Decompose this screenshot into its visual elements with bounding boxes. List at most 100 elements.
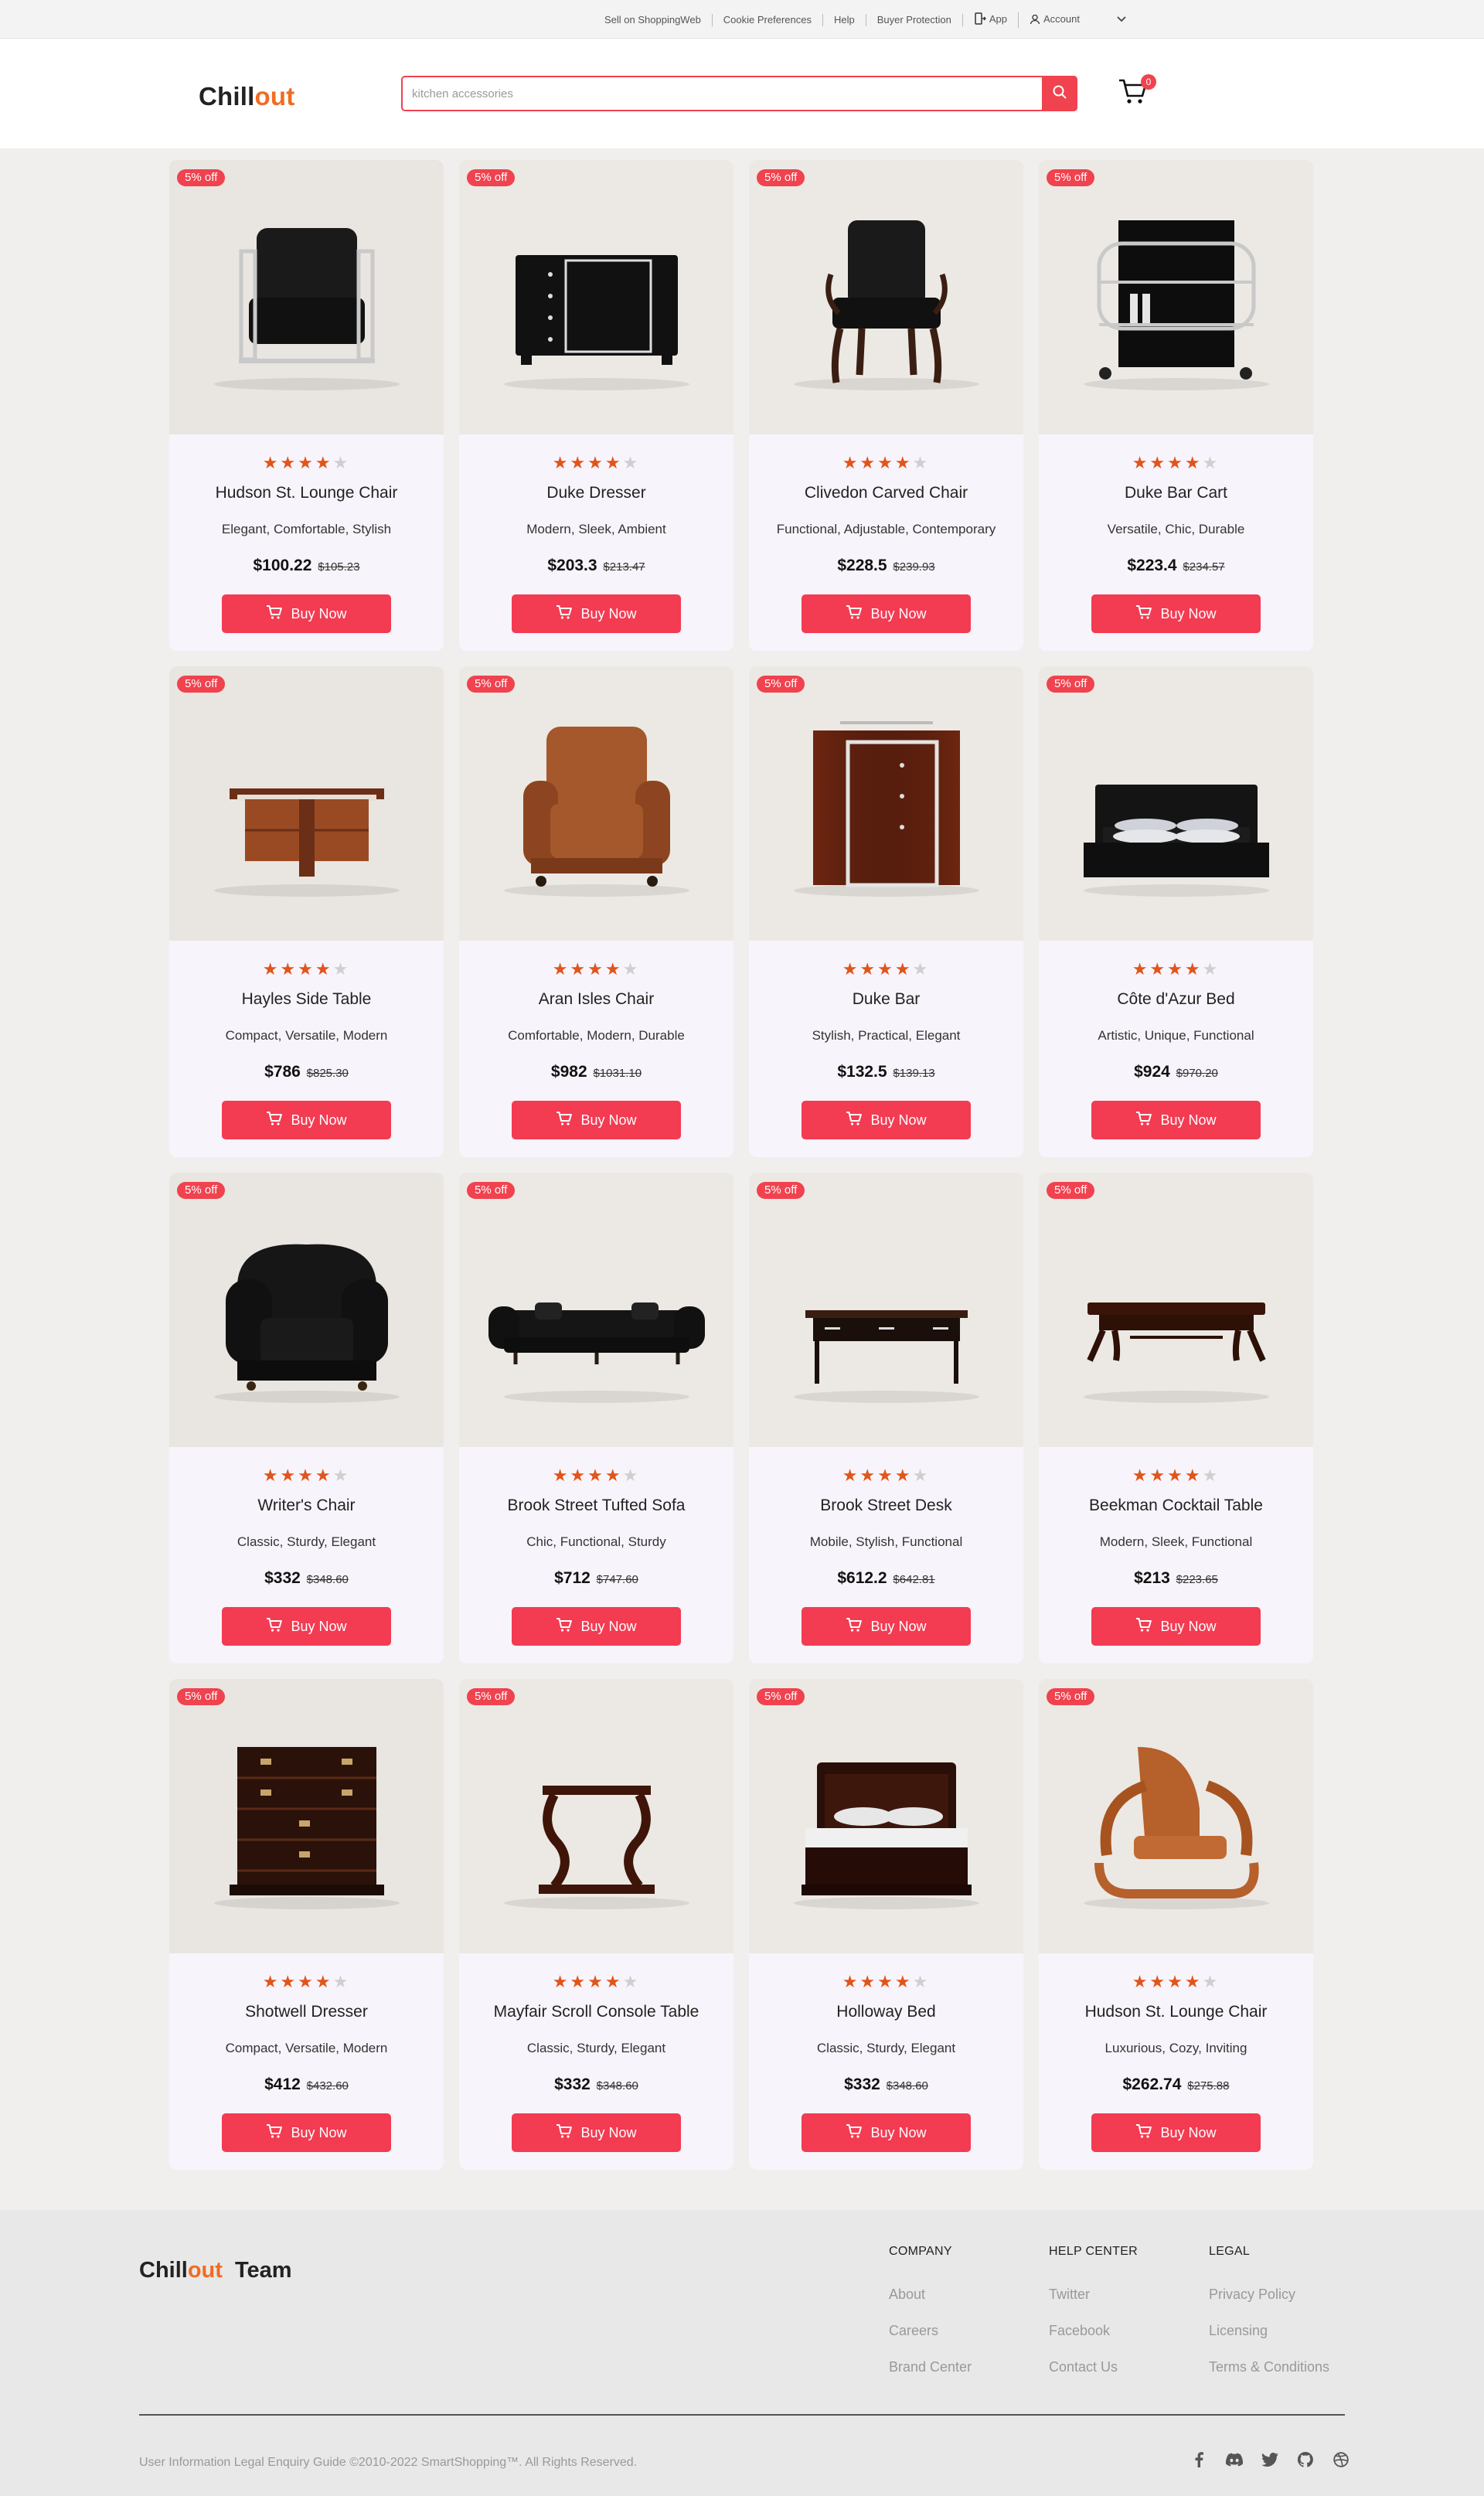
rating-stars: ★★★★★ <box>459 453 733 473</box>
chevron-down-icon[interactable] <box>1117 15 1126 25</box>
footer-link-twitter[interactable]: Twitter <box>1049 2287 1138 2303</box>
buy-now-button[interactable]: Buy Now <box>512 594 681 633</box>
product-name[interactable]: Beekman Cocktail Table <box>1039 1497 1313 1515</box>
product-image[interactable] <box>459 1173 733 1447</box>
product-card[interactable]: 5% off ★★★★★ Aran Isles Chair Comfortabl… <box>459 666 733 1157</box>
product-card[interactable]: 5% off ★★★★★ Writer's Chair Classic, Stu… <box>169 1173 444 1663</box>
product-image[interactable] <box>169 160 444 434</box>
buy-now-label: Buy Now <box>580 2124 637 2140</box>
product-image[interactable] <box>749 666 1023 941</box>
search-input[interactable] <box>412 83 1030 104</box>
buy-now-button[interactable]: Buy Now <box>1091 2113 1261 2152</box>
product-image[interactable] <box>459 1679 733 1953</box>
product-card[interactable]: 5% off ★★★★★ Beekman Cocktail Table Mode… <box>1039 1173 1313 1663</box>
twitter-icon[interactable] <box>1261 2451 1278 2468</box>
product-image[interactable] <box>459 160 733 434</box>
product-image[interactable] <box>459 666 733 941</box>
buy-now-button[interactable]: Buy Now <box>1091 1101 1261 1139</box>
buy-now-button[interactable]: Buy Now <box>222 594 391 633</box>
product-image[interactable] <box>749 1679 1023 1953</box>
buy-now-button[interactable]: Buy Now <box>1091 1607 1261 1646</box>
product-name[interactable]: Hayles Side Table <box>169 990 444 1009</box>
product-card[interactable]: 5% off ★★★★★ Côte d'Azur Bed Artistic, U… <box>1039 666 1313 1157</box>
facebook-icon[interactable] <box>1190 2451 1207 2468</box>
footer-logo[interactable]: Chillout Team <box>139 2258 292 2283</box>
buy-now-button[interactable]: Buy Now <box>222 2113 391 2152</box>
current-price: $612.2 <box>837 1569 887 1587</box>
dribbble-icon[interactable] <box>1333 2451 1350 2468</box>
footer-link-about[interactable]: About <box>889 2287 972 2303</box>
product-name[interactable]: Brook Street Desk <box>749 1497 1023 1515</box>
product-card[interactable]: 5% off ★★★★★ Brook Street Desk Mobile, S… <box>749 1173 1023 1663</box>
product-image[interactable] <box>749 1173 1023 1447</box>
product-card[interactable]: 5% off ★★★★★ Duke Bar Cart Versatile, Ch… <box>1039 160 1313 651</box>
product-card[interactable]: 5% off ★★★★★ Duke Bar Stylish, Practical… <box>749 666 1023 1157</box>
buy-now-button[interactable]: Buy Now <box>802 594 971 633</box>
product-card[interactable]: 5% off ★★★★★ Hudson St. Lounge Chair Lux… <box>1039 1679 1313 2170</box>
footer-link-terms[interactable]: Terms & Conditions <box>1209 2359 1329 2375</box>
product-image[interactable] <box>749 160 1023 434</box>
account-link[interactable]: Account <box>1019 13 1086 28</box>
product-card[interactable]: 5% off ★★★★★ Hayles Side Table Compact, … <box>169 666 444 1157</box>
buy-now-button[interactable]: Buy Now <box>222 1101 391 1139</box>
product-price: $332 $348.60 <box>169 1569 444 1588</box>
product-name[interactable]: Hudson St. Lounge Chair <box>1039 2003 1313 2021</box>
site-logo[interactable]: Chillout <box>199 82 294 111</box>
footer-link-licensing[interactable]: Licensing <box>1209 2323 1329 2339</box>
footer-link-privacy-policy[interactable]: Privacy Policy <box>1209 2287 1329 2303</box>
product-image[interactable] <box>1039 1173 1313 1447</box>
product-card[interactable]: 5% off ★★★★★ Duke Dresser Modern, Sleek,… <box>459 160 733 651</box>
search-button[interactable] <box>1042 76 1077 111</box>
product-name[interactable]: Aran Isles Chair <box>459 990 733 1009</box>
app-link[interactable]: App <box>963 12 1019 28</box>
product-image[interactable] <box>1039 1679 1313 1953</box>
product-name[interactable]: Writer's Chair <box>169 1497 444 1515</box>
discord-icon[interactable] <box>1226 2451 1243 2468</box>
sell-link[interactable]: Sell on ShoppingWeb <box>594 14 713 26</box>
footer-link-contact-us[interactable]: Contact Us <box>1049 2359 1138 2375</box>
footer-link-careers[interactable]: Careers <box>889 2323 972 2339</box>
footer-link-facebook[interactable]: Facebook <box>1049 2323 1138 2339</box>
product-image[interactable] <box>1039 160 1313 434</box>
product-card[interactable]: 5% off ★★★★★ Shotwell Dresser Compact, V… <box>169 1679 444 2170</box>
footer-link-brand-center[interactable]: Brand Center <box>889 2359 972 2375</box>
cart-icon <box>1118 79 1149 108</box>
product-name[interactable]: Duke Bar <box>749 990 1023 1009</box>
product-name[interactable]: Côte d'Azur Bed <box>1039 990 1313 1009</box>
footer-company-title: COMPANY <box>889 2245 952 2258</box>
help-link[interactable]: Help <box>823 14 866 26</box>
cart-button[interactable]: 0 <box>1118 74 1156 108</box>
product-card[interactable]: 5% off ★★★★★ Holloway Bed Classic, Sturd… <box>749 1679 1023 2170</box>
buy-now-button[interactable]: Buy Now <box>802 1607 971 1646</box>
buy-now-button[interactable]: Buy Now <box>802 1101 971 1139</box>
buyer-protection-link[interactable]: Buyer Protection <box>866 14 963 26</box>
product-tags: Compact, Versatile, Modern <box>225 1028 388 1043</box>
product-name[interactable]: Clivedon Carved Chair <box>749 484 1023 502</box>
product-name[interactable]: Brook Street Tufted Sofa <box>459 1497 733 1515</box>
buy-now-button[interactable]: Buy Now <box>802 2113 971 2152</box>
product-name[interactable]: Shotwell Dresser <box>169 2003 444 2021</box>
product-card[interactable]: 5% off ★★★★★ Brook Street Tufted Sofa Ch… <box>459 1173 733 1663</box>
github-icon[interactable] <box>1297 2451 1314 2468</box>
product-image[interactable] <box>169 666 444 941</box>
product-name[interactable]: Holloway Bed <box>749 2003 1023 2021</box>
buy-now-button[interactable]: Buy Now <box>222 1607 391 1646</box>
product-name[interactable]: Duke Dresser <box>459 484 733 502</box>
product-name[interactable]: Hudson St. Lounge Chair <box>169 484 444 502</box>
product-image[interactable] <box>169 1173 444 1447</box>
cookie-preferences-link[interactable]: Cookie Preferences <box>713 14 823 26</box>
product-image[interactable] <box>1039 666 1313 941</box>
product-name[interactable]: Duke Bar Cart <box>1039 484 1313 502</box>
product-image[interactable] <box>169 1679 444 1953</box>
product-card[interactable]: 5% off ★★★★★ Mayfair Scroll Console Tabl… <box>459 1679 733 2170</box>
original-price: $348.60 <box>886 2079 928 2092</box>
buy-now-button[interactable]: Buy Now <box>512 2113 681 2152</box>
product-tags: Elegant, Comfortable, Stylish <box>221 522 392 536</box>
buy-now-button[interactable]: Buy Now <box>1091 594 1261 633</box>
footer-team-label: Team <box>234 2258 292 2283</box>
product-name[interactable]: Mayfair Scroll Console Table <box>459 2003 733 2021</box>
buy-now-button[interactable]: Buy Now <box>512 1101 681 1139</box>
buy-now-button[interactable]: Buy Now <box>512 1607 681 1646</box>
product-card[interactable]: 5% off ★★★★★ Clivedon Carved Chair Funct… <box>749 160 1023 651</box>
product-card[interactable]: 5% off ★★★★★ Hudson St. Lounge Chair Ele… <box>169 160 444 651</box>
